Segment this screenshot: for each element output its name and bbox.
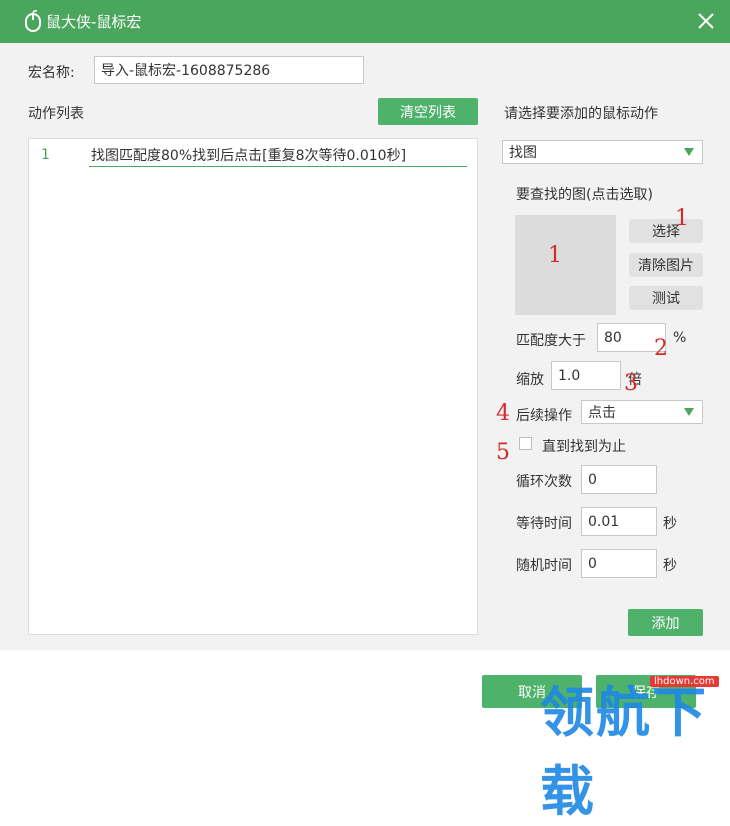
watermark-logo: 领航下载 — [540, 681, 708, 823]
annotation-mark: 5 — [496, 440, 510, 465]
match-unit: % — [673, 330, 687, 346]
random-time-input[interactable]: 0 — [581, 549, 657, 578]
annotation-mark: 2 — [654, 336, 668, 361]
annotation-mark: 4 — [496, 401, 510, 426]
match-label: 匹配度大于 — [516, 333, 586, 349]
loop-count-label: 循环次数 — [516, 474, 572, 490]
action-type-select[interactable]: 找图 — [502, 140, 703, 164]
wait-time-label: 等待时间 — [516, 516, 572, 532]
random-time-label: 随机时间 — [516, 558, 572, 574]
action-list: 1 找图匹配度80%找到后点击[重复8次等待0.010秒] — [28, 138, 478, 635]
find-image-label: 要查找的图(点击选取) — [516, 187, 653, 203]
until-found-label: 直到找到为止 — [542, 439, 626, 455]
title-bar: 鼠大侠-鼠标宏 — [0, 0, 730, 43]
annotation-mark: 1 — [675, 206, 689, 231]
row-number: 1 — [41, 147, 50, 163]
mouse-icon — [25, 10, 41, 32]
scale-input[interactable]: 1.0 — [551, 361, 621, 390]
watermark-site: lhdown.com — [650, 676, 719, 687]
loop-count-input[interactable]: 0 — [581, 465, 657, 494]
follow-action-value: 点击 — [588, 405, 616, 421]
action-type-heading: 请选择要添加的鼠标动作 — [504, 106, 658, 122]
select-image-button[interactable]: 选择 — [629, 219, 703, 243]
dropdown-arrow-icon — [684, 148, 694, 156]
follow-action-select[interactable]: 点击 — [581, 400, 703, 424]
wait-time-unit: 秒 — [663, 516, 677, 532]
test-button[interactable]: 测试 — [629, 286, 703, 310]
annotation-mark: 3 — [624, 371, 638, 396]
action-list-label: 动作列表 — [28, 106, 84, 122]
row-underline — [89, 166, 467, 167]
until-found-checkbox[interactable] — [519, 437, 532, 450]
image-preview[interactable] — [515, 215, 616, 315]
annotation-mark: 1 — [548, 243, 562, 268]
window-title: 鼠大侠-鼠标宏 — [46, 13, 142, 31]
dropdown-arrow-icon — [684, 408, 694, 416]
row-text: 找图匹配度80%找到后点击[重复8次等待0.010秒] — [91, 148, 407, 164]
random-time-unit: 秒 — [663, 558, 677, 574]
wait-time-input[interactable]: 0.01 — [581, 507, 657, 536]
macro-name-input[interactable]: 导入-鼠标宏-1608875286 — [94, 56, 364, 84]
scale-label: 缩放 — [516, 372, 544, 388]
macro-name-label: 宏名称: — [28, 65, 75, 81]
follow-action-label: 后续操作 — [516, 408, 572, 424]
add-action-button[interactable]: 添加 — [628, 609, 703, 636]
close-icon[interactable] — [694, 9, 718, 33]
clear-list-button[interactable]: 清空列表 — [378, 98, 478, 125]
action-type-value: 找图 — [509, 145, 537, 161]
clear-image-button[interactable]: 清除图片 — [629, 253, 703, 277]
